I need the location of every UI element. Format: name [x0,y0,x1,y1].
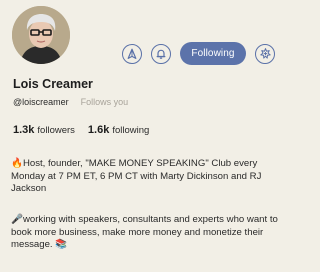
settings-icon [259,48,271,59]
bio-paragraph-work: 🎤working with speakers, consultants and … [11,214,278,251]
avatar[interactable] [12,6,70,64]
settings-button[interactable] [255,43,275,64]
profile-name: Lois Creamer [13,77,93,91]
profile-actions: Following [122,42,275,65]
following-stat[interactable]: 1.6k following [88,124,149,136]
follows-you-badge: Follows you [80,97,129,107]
following-label: following [112,125,150,136]
bio-paragraph-host: 🔥Host, founder, "MAKE MONEY SPEAKING" Cl… [11,158,262,195]
following-count: 1.6k [87,124,110,136]
paper-plane-icon [127,48,137,59]
handle-row: @loiscreamer Follows you [13,97,128,107]
bell-icon [156,49,166,59]
profile-photo [12,6,70,64]
followers-label: followers [37,125,75,136]
following-button[interactable]: Following [180,42,246,65]
notifications-button[interactable] [151,43,171,64]
profile-stats: 1.3k followers 1.6k following [13,124,149,136]
paper-plane-button[interactable] [122,43,142,64]
followers-count: 1.3k [13,124,35,136]
followers-stat[interactable]: 1.3k followers [13,124,75,136]
profile-handle: @loiscreamer [13,97,69,107]
